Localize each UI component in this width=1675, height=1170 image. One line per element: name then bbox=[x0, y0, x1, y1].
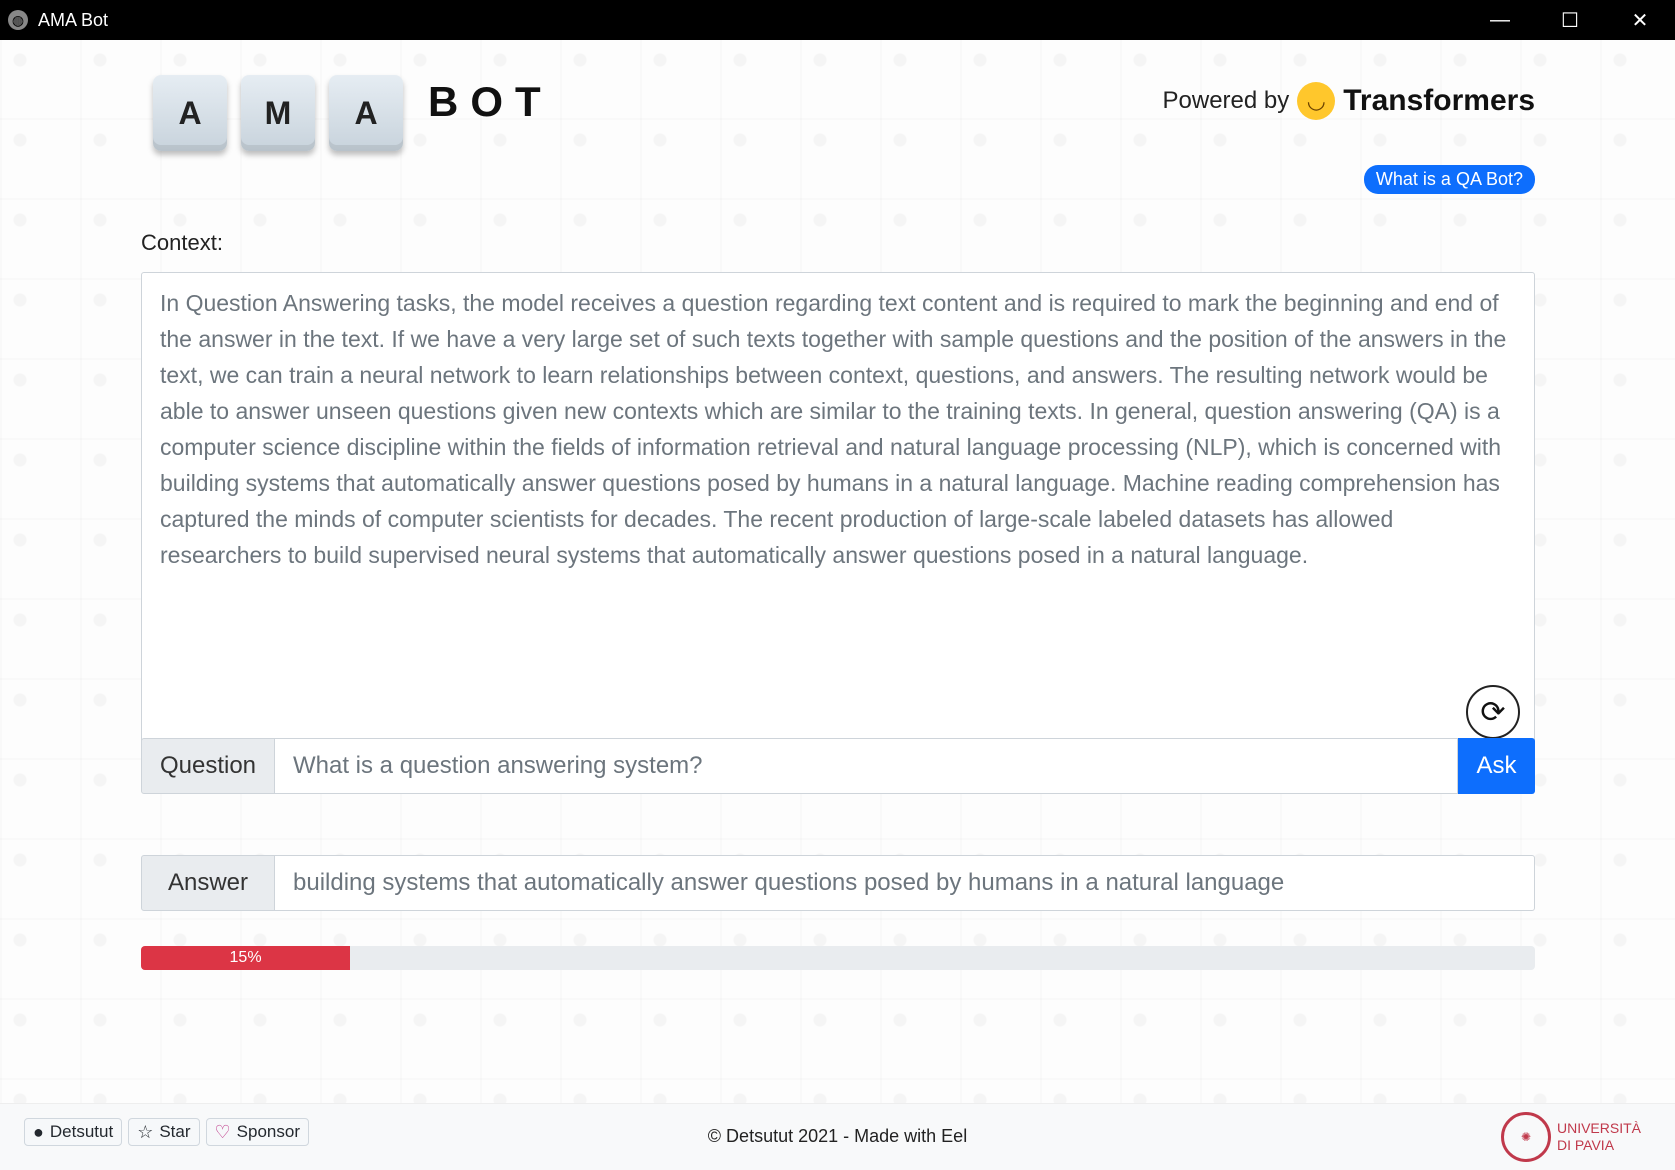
hugging-face-icon: ◡ bbox=[1297, 82, 1336, 120]
transformers-brand: Transformers bbox=[1343, 84, 1535, 117]
context-textarea[interactable]: In Question Answering tasks, the model r… bbox=[141, 272, 1535, 752]
university-seal-icon: ✺ bbox=[1500, 1112, 1551, 1162]
globe-icon: ◍ bbox=[8, 10, 28, 30]
window-controls: — ☐ ✕ bbox=[1465, 0, 1675, 40]
logo-key: A bbox=[329, 75, 403, 151]
powered-by-label: Powered by bbox=[1162, 87, 1290, 114]
answer-group: Answer building systems that automatical… bbox=[141, 855, 1535, 911]
what-is-qa-bot-link[interactable]: What is a QA Bot? bbox=[1363, 165, 1535, 194]
question-label: Question bbox=[141, 738, 275, 794]
logo-key: A bbox=[153, 75, 227, 151]
context-label: Context: bbox=[141, 230, 223, 255]
logo-keys: A M A bbox=[153, 75, 403, 151]
question-group: Question What is a question answering sy… bbox=[141, 738, 1535, 794]
window-titlebar: ◍ AMA Bot — ☐ ✕ bbox=[0, 0, 1675, 40]
bot-title: BOT bbox=[428, 78, 553, 125]
confidence-progress: 15% bbox=[141, 946, 1535, 970]
answer-label: Answer bbox=[141, 855, 275, 911]
powered-by: Powered by ◡ Transformers bbox=[1162, 82, 1535, 120]
maximize-button[interactable]: ☐ bbox=[1535, 0, 1605, 40]
university-logo: ✺ UNIVERSITÀ DI PAVIA bbox=[1500, 1112, 1641, 1162]
confidence-progress-bar: 15% bbox=[141, 946, 351, 970]
copyright-text: © Detsutut 2021 - Made with Eel bbox=[707, 1126, 968, 1146]
refresh-context-button[interactable]: ⟳ bbox=[1466, 685, 1520, 739]
logo-key: M bbox=[241, 75, 315, 151]
ask-button[interactable]: Ask bbox=[1458, 738, 1535, 794]
university-name-line2: DI PAVIA bbox=[1556, 1137, 1615, 1153]
university-name-line1: UNIVERSITÀ bbox=[1556, 1120, 1641, 1136]
close-button[interactable]: ✕ bbox=[1605, 0, 1675, 40]
question-input[interactable]: What is a question answering system? bbox=[275, 738, 1458, 794]
context-text: In Question Answering tasks, the model r… bbox=[160, 290, 1507, 568]
minimize-button[interactable]: — bbox=[1465, 0, 1535, 40]
answer-output: building systems that automatically answ… bbox=[275, 855, 1535, 911]
refresh-icon: ⟳ bbox=[1480, 695, 1506, 729]
window-title: AMA Bot bbox=[38, 9, 109, 30]
footer: ● Detsutut ☆ Star ♡ Sponsor © Detsutut 2… bbox=[0, 1103, 1675, 1170]
app-main: A M A BOT Powered by ◡ Transformers What… bbox=[0, 40, 1675, 1103]
